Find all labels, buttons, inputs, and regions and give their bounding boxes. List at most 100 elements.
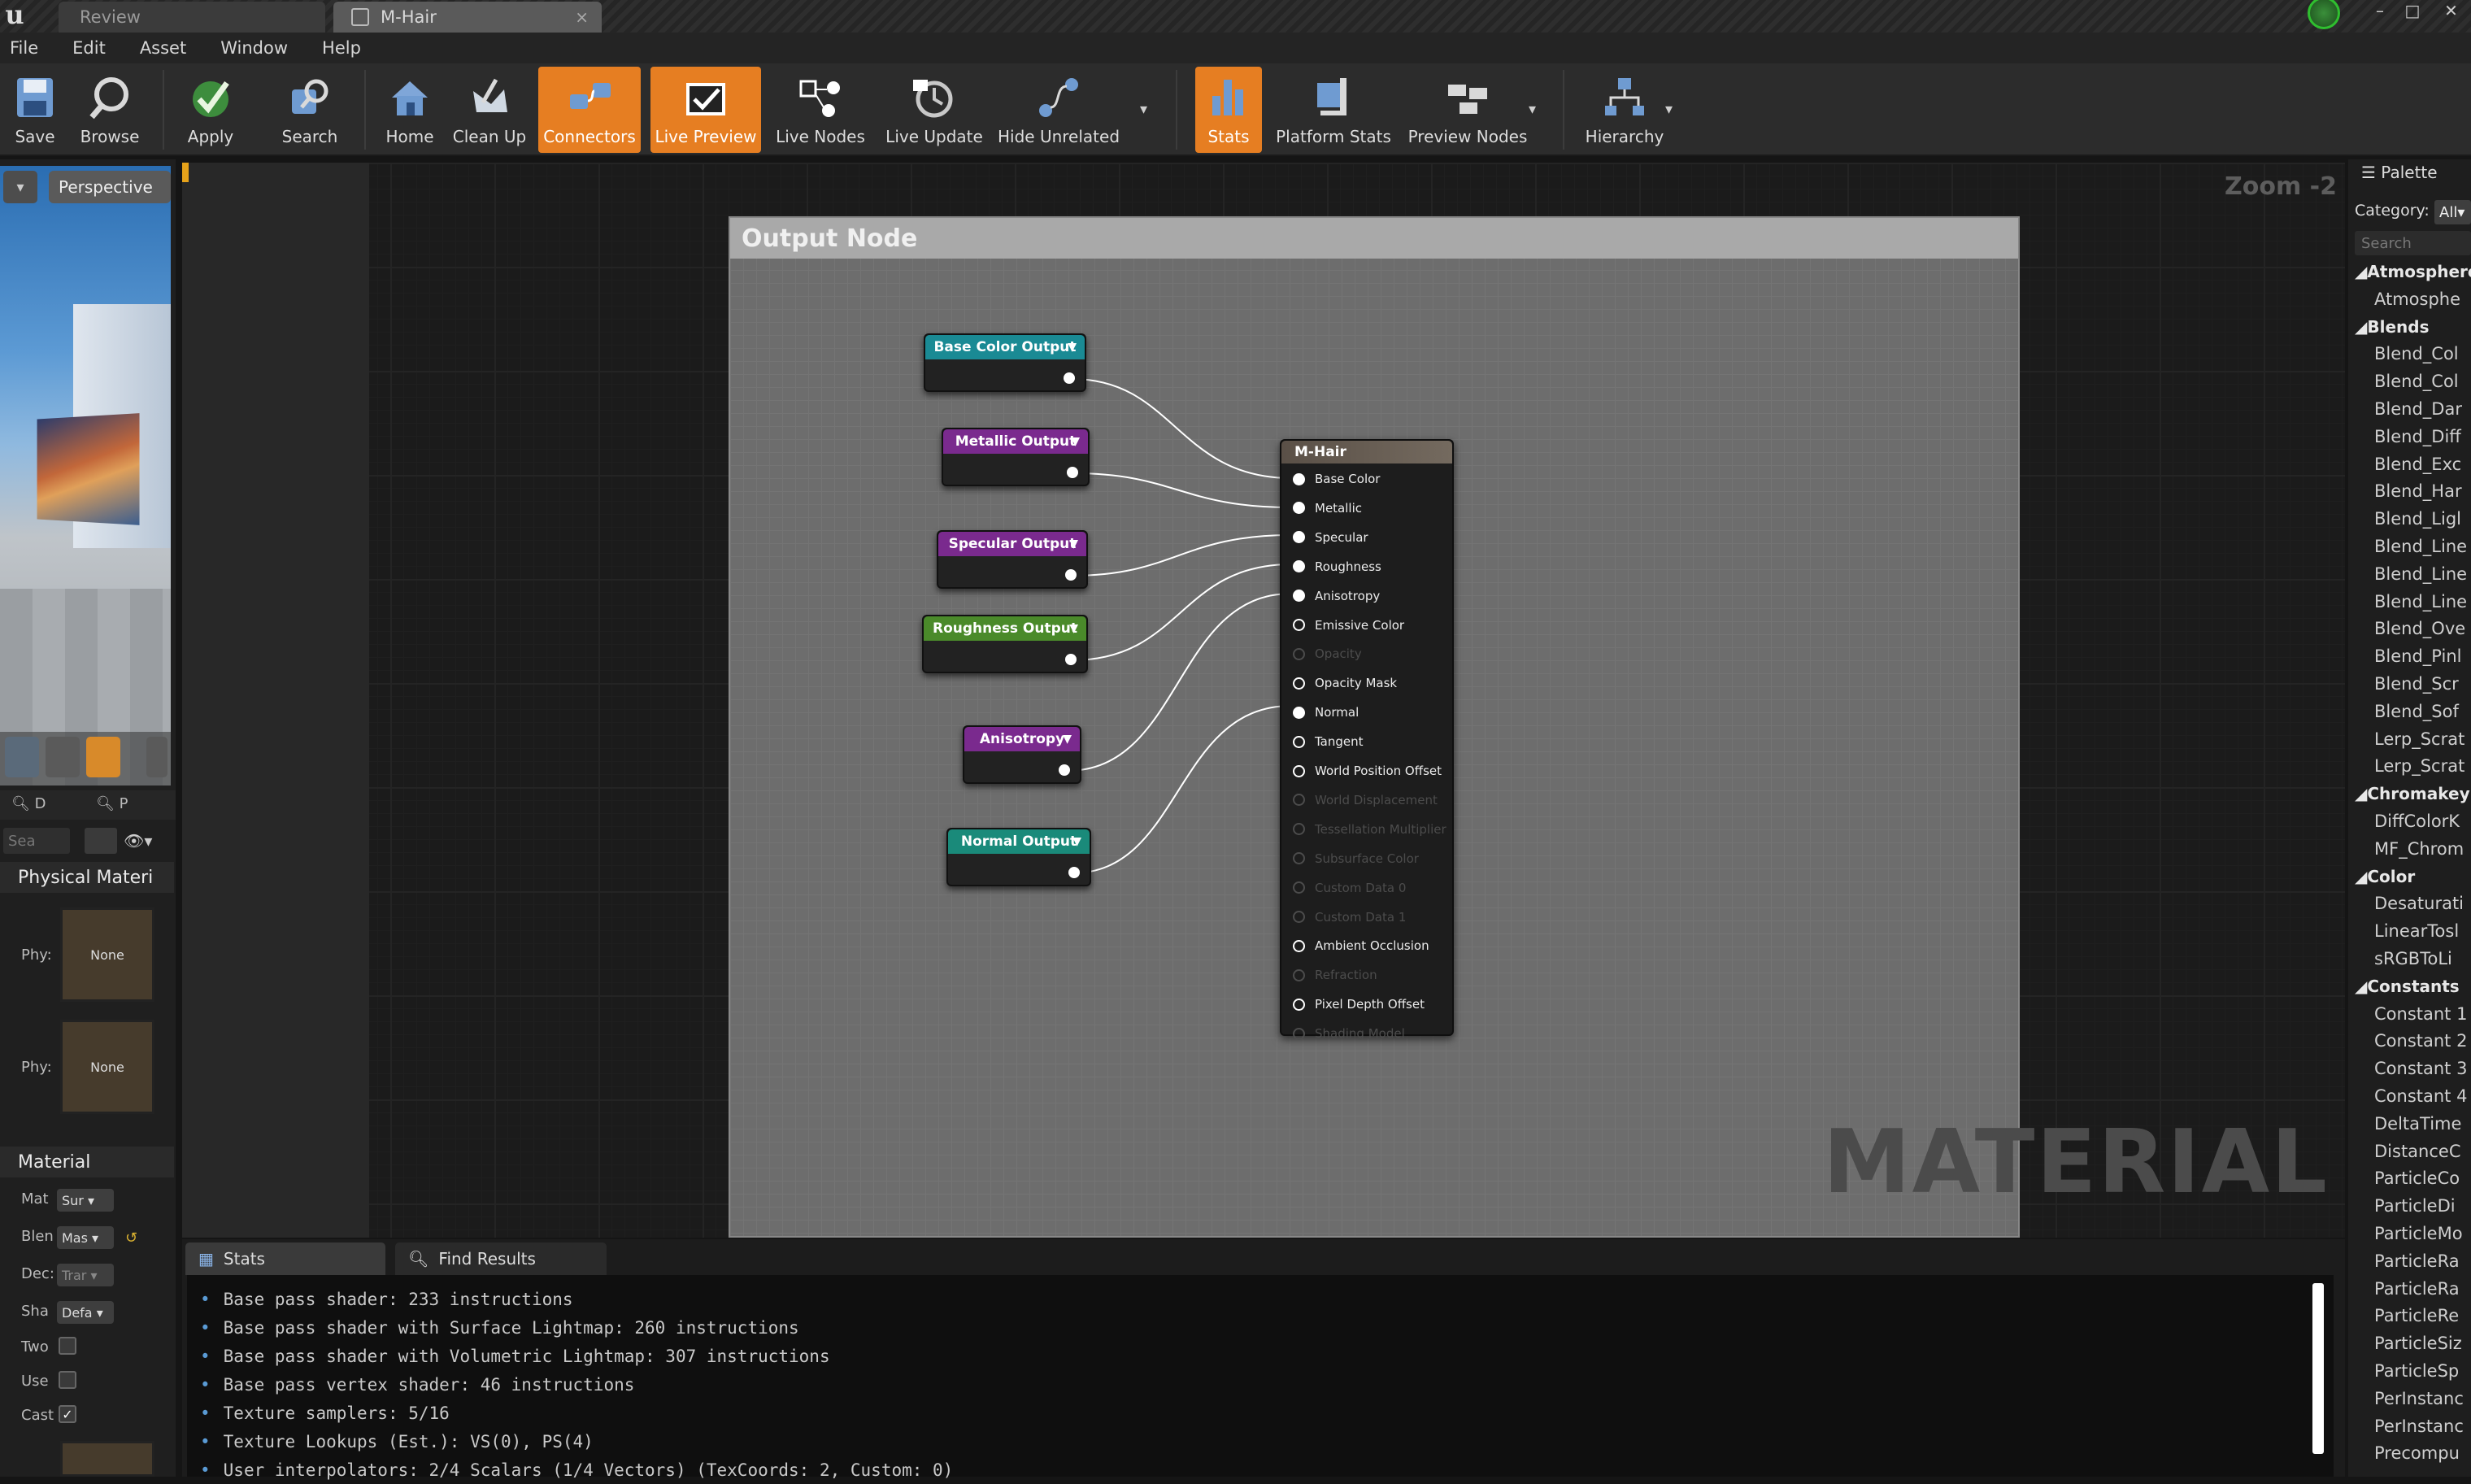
material-input-pin[interactable]: Custom Data 0: [1293, 874, 1406, 902]
palette-item[interactable]: PerInstanc: [2355, 1389, 2471, 1408]
palette-item[interactable]: Blend_Exc: [2355, 455, 2471, 474]
node-expand-icon[interactable]: ▼: [1063, 733, 1072, 746]
stats-scrollbar[interactable]: [2312, 1283, 2324, 1454]
output-pin[interactable]: [1059, 764, 1070, 776]
eye-icon[interactable]: 👁︎▾: [124, 831, 152, 851]
platform-stats-button[interactable]: Platform Stats: [1273, 67, 1394, 153]
use-checkbox[interactable]: [59, 1371, 76, 1389]
palette-item[interactable]: Blend_Ove: [2355, 619, 2471, 638]
material-input-pin[interactable]: Pixel Depth Offset: [1293, 990, 1425, 1018]
palette-tab[interactable]: ☰ Palette: [2361, 163, 2438, 182]
material-result-node[interactable]: M-Hair Base Color Metallic Specular Roughne…: [1280, 439, 1454, 1041]
pin-circle-icon[interactable]: [1293, 764, 1305, 777]
palette-item[interactable]: ParticleRe: [2355, 1306, 2471, 1325]
palette-item[interactable]: Constant 1: [2355, 1004, 2471, 1024]
physical-material-swatch[interactable]: None: [60, 1020, 154, 1114]
material-input-pin[interactable]: World Position Offset: [1293, 757, 1442, 785]
search-button[interactable]: Search: [275, 67, 345, 153]
material-input-pin[interactable]: Refraction: [1293, 961, 1377, 989]
metallic-output-node[interactable]: Metallic Output ▼: [942, 428, 1090, 486]
palette-item[interactable]: Constant 4: [2355, 1086, 2471, 1106]
close-window-icon[interactable]: ✕: [2431, 0, 2471, 21]
material-input-pin[interactable]: Metallic: [1293, 494, 1362, 522]
specular-output-node[interactable]: Specular Output ▼: [937, 530, 1088, 589]
palette-item[interactable]: ParticleRa: [2355, 1279, 2471, 1299]
pin-circle-icon[interactable]: [1293, 706, 1305, 719]
shading-model-select[interactable]: Defa ▾: [57, 1301, 114, 1324]
pin-circle-icon[interactable]: [1293, 735, 1305, 748]
pin-circle-icon[interactable]: [1293, 472, 1305, 485]
menu-edit[interactable]: Edit: [72, 38, 106, 58]
menu-window[interactable]: Window: [220, 38, 288, 58]
close-icon[interactable]: ×: [575, 7, 589, 27]
reset-icon[interactable]: ↺: [125, 1229, 137, 1247]
cylinder-preview-icon[interactable]: [5, 737, 39, 777]
material-input-pin[interactable]: Tessellation Multiplier: [1293, 816, 1446, 843]
tab-review[interactable]: Review: [59, 2, 325, 33]
material-input-pin[interactable]: World Displacement: [1293, 786, 1438, 814]
palette-item[interactable]: Blend_Col: [2355, 344, 2471, 363]
save-button[interactable]: Save: [5, 67, 65, 153]
palette-item[interactable]: ParticleSiz: [2355, 1334, 2471, 1353]
material-input-pin[interactable]: Roughness: [1293, 553, 1381, 581]
palette-item[interactable]: ParticleDi: [2355, 1196, 2471, 1216]
palette-item[interactable]: LinearTosl: [2355, 921, 2471, 941]
sphere-preview-icon[interactable]: [46, 737, 80, 777]
browse-button[interactable]: Browse: [75, 67, 145, 153]
output-pin[interactable]: [1064, 372, 1075, 384]
menu-help[interactable]: Help: [322, 38, 361, 58]
anisotropy-output-node[interactable]: Anisotropy ▼: [963, 725, 1081, 784]
pin-circle-icon[interactable]: [1293, 881, 1305, 894]
blend-mode-select[interactable]: Mas ▾: [57, 1226, 114, 1249]
tab-find-results[interactable]: 🔍︎ Find Results: [395, 1242, 607, 1275]
pin-circle-icon[interactable]: [1293, 911, 1305, 923]
palette-item[interactable]: DistanceC: [2355, 1142, 2471, 1161]
palette-item[interactable]: DeltaTime: [2355, 1114, 2471, 1134]
palette-item[interactable]: Blend_Line: [2355, 592, 2471, 611]
material-input-pin[interactable]: Subsurface Color: [1293, 845, 1419, 873]
pin-circle-icon[interactable]: [1293, 619, 1305, 631]
output-pin[interactable]: [1065, 654, 1077, 665]
roughness-output-node[interactable]: Roughness Output ▼: [922, 615, 1088, 673]
palette-item[interactable]: MF_Chrom: [2355, 839, 2471, 859]
graph-canvas[interactable]: Zoom -2 Output Node Base Color Output ▼ M…: [182, 163, 2345, 1238]
palette-item[interactable]: Desaturati: [2355, 894, 2471, 913]
node-expand-icon[interactable]: ▼: [1072, 835, 1081, 848]
pin-circle-icon[interactable]: [1293, 1027, 1305, 1040]
output-pin[interactable]: [1068, 867, 1080, 878]
material-input-pin[interactable]: Base Color: [1293, 465, 1380, 493]
palette-item[interactable]: ParticleCo: [2355, 1168, 2471, 1188]
more-dropdown-icon[interactable]: ▾: [1140, 101, 1147, 118]
pin-circle-icon[interactable]: [1293, 968, 1305, 981]
decal-select[interactable]: Trar ▾: [57, 1264, 114, 1286]
preview-nodes-button[interactable]: Preview Nodes: [1407, 67, 1529, 153]
physical-material-section-header[interactable]: Physical Materi: [0, 862, 174, 893]
cast-checkbox[interactable]: ✓: [59, 1405, 76, 1423]
comment-title[interactable]: Output Node: [730, 218, 2018, 259]
hide-unrelated-button[interactable]: Hide Unrelated: [998, 67, 1120, 153]
node-expand-icon[interactable]: ▼: [1071, 435, 1080, 448]
palette-category[interactable]: ◢Constants: [2355, 977, 2471, 996]
normal-output-node[interactable]: Normal Output ▼: [946, 828, 1091, 886]
output-pin[interactable]: [1065, 569, 1077, 581]
palette-item[interactable]: Blend_Har: [2355, 481, 2471, 501]
material-input-pin[interactable]: Ambient Occlusion: [1293, 932, 1429, 960]
output-pin[interactable]: [1067, 467, 1078, 478]
material-swatch[interactable]: [60, 1441, 154, 1477]
palette-item[interactable]: Constant 2: [2355, 1031, 2471, 1051]
material-input-pin[interactable]: Shading Model: [1293, 1020, 1405, 1047]
palette-item[interactable]: PerInstanc: [2355, 1417, 2471, 1436]
two-sided-checkbox[interactable]: [59, 1337, 76, 1355]
pin-circle-icon[interactable]: [1293, 852, 1305, 865]
home-button[interactable]: Home: [379, 67, 441, 153]
menu-asset[interactable]: Asset: [140, 38, 186, 58]
palette-item[interactable]: Blend_Scr: [2355, 674, 2471, 694]
node-expand-icon[interactable]: ▼: [1069, 537, 1078, 551]
palette-item[interactable]: ParticleMo: [2355, 1224, 2471, 1243]
maximize-icon[interactable]: □: [2399, 0, 2426, 21]
palette-item[interactable]: Lerp_Scrat: [2355, 729, 2471, 749]
grid-view-icon[interactable]: [85, 828, 117, 854]
source-control-icon[interactable]: [2308, 0, 2340, 29]
palette-item[interactable]: Blend_Ligl: [2355, 509, 2471, 529]
more-dropdown-icon[interactable]: ▾: [1529, 101, 1536, 118]
